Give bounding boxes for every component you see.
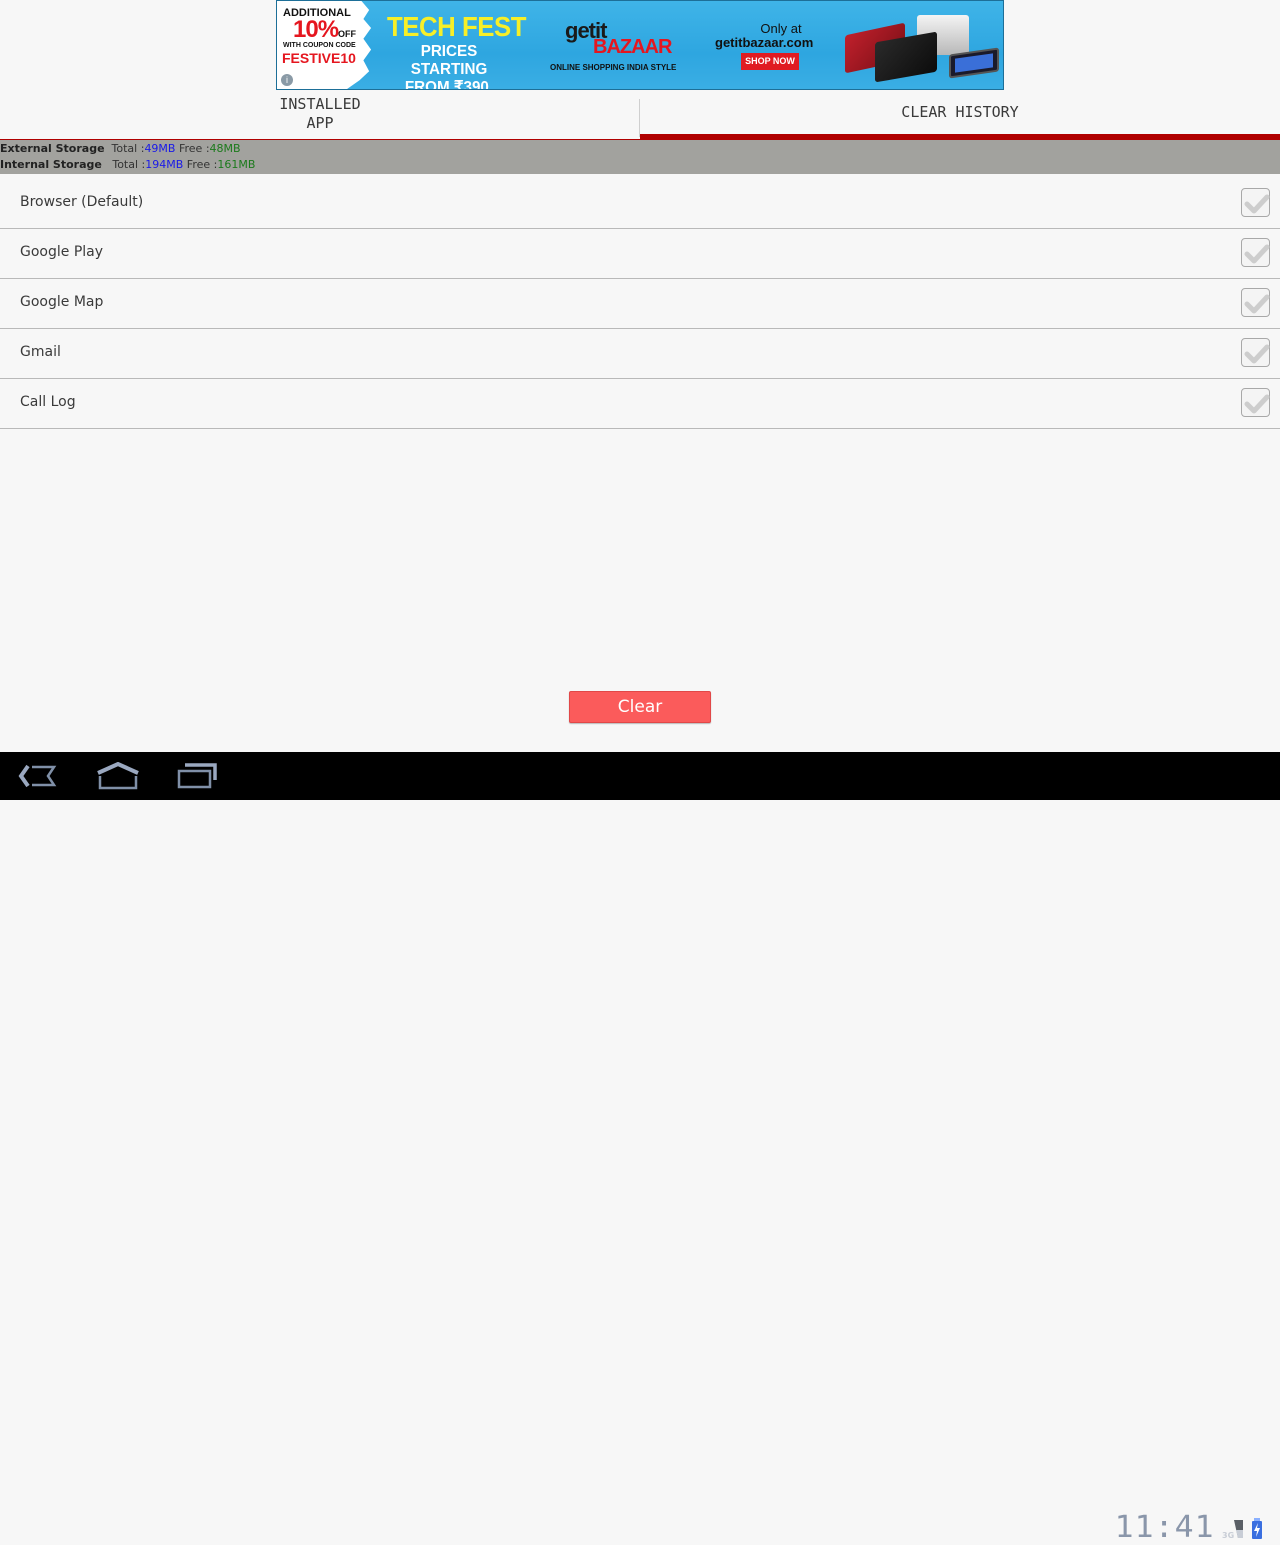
- svg-text:3G: 3G: [1222, 1531, 1234, 1540]
- tab-installed-app[interactable]: INSTALLED APP: [0, 90, 640, 140]
- history-list: Browser (Default) Google Play Google Map…: [0, 179, 1280, 429]
- recent-apps-icon: [177, 763, 217, 789]
- checkbox[interactable]: [1241, 338, 1270, 367]
- checkbox[interactable]: [1241, 288, 1270, 317]
- tab-clear-history[interactable]: CLEAR HISTORY: [640, 90, 1280, 140]
- home-button[interactable]: [96, 761, 140, 794]
- list-item-label: Call Log: [20, 394, 76, 410]
- free-label: Free :: [186, 158, 218, 171]
- ad-info-icon[interactable]: i: [281, 74, 293, 86]
- total-value: 49MB: [144, 142, 176, 155]
- free-label: Free :: [178, 142, 210, 155]
- external-storage-row: External Storage Total :49MB Free :48MB: [0, 141, 1280, 157]
- total-value: 194MB: [145, 158, 184, 171]
- checkmark-icon: [1244, 344, 1270, 364]
- checkbox[interactable]: [1241, 238, 1270, 267]
- ad-headline: TECH FEST: [387, 11, 526, 42]
- ad-tagline: ONLINE SHOPPING INDIA STYLE: [550, 63, 677, 72]
- list-item-call-log[interactable]: Call Log: [0, 379, 1280, 429]
- checkmark-icon: [1244, 194, 1270, 214]
- system-nav-bar: 11:41 3G: [0, 752, 1280, 1545]
- list-item-browser[interactable]: Browser (Default): [0, 179, 1280, 229]
- ad-percent-text: 10%OFF: [293, 16, 357, 43]
- app-screen: ADDITIONAL 10%OFF WITH COUPON CODE FESTI…: [0, 0, 1280, 752]
- back-button[interactable]: [18, 762, 58, 794]
- checkmark-icon: [1244, 394, 1270, 414]
- list-item-google-play[interactable]: Google Play: [0, 229, 1280, 279]
- recent-apps-button[interactable]: [177, 762, 219, 794]
- tab-bar: INSTALLED APP CLEAR HISTORY: [0, 90, 1280, 140]
- total-label: Total :: [111, 142, 145, 155]
- list-item-google-map[interactable]: Google Map: [0, 279, 1280, 329]
- total-label: Total :: [112, 158, 146, 171]
- ad-shop-now-button[interactable]: SHOP NOW: [741, 53, 799, 70]
- checkbox[interactable]: [1241, 188, 1270, 217]
- battery-charging-icon: [1252, 1518, 1262, 1539]
- signal-icon: 3G: [1222, 1520, 1243, 1540]
- storage-label: External Storage: [0, 142, 105, 155]
- storage-info-bar: External Storage Total :49MB Free :48MB …: [0, 140, 1280, 174]
- list-item-label: Google Play: [20, 244, 104, 260]
- list-item-label: Browser (Default): [20, 194, 144, 210]
- internal-storage-row: Internal Storage Total :194MB Free :161M…: [0, 157, 1280, 173]
- tab-label: CLEAR HISTORY: [901, 103, 1019, 121]
- ad-only-at: Only at: [760, 21, 802, 36]
- clear-button[interactable]: Clear: [569, 691, 711, 723]
- checkbox[interactable]: [1241, 388, 1270, 417]
- ad-subline: PRICES STARTING FROM ₹390.: [404, 43, 494, 90]
- free-value: 161MB: [217, 158, 256, 171]
- network-indicator: 3G: [1222, 1518, 1244, 1544]
- checkmark-icon: [1244, 244, 1270, 264]
- home-icon: [97, 761, 139, 790]
- ad-coupon-text: WITH COUPON CODE: [283, 42, 356, 49]
- ad-banner[interactable]: ADDITIONAL 10%OFF WITH COUPON CODE FESTI…: [276, 0, 1004, 90]
- back-icon: [18, 764, 57, 788]
- tab-label: INSTALLED APP: [279, 95, 361, 132]
- storage-label: Internal Storage: [0, 158, 102, 171]
- list-item-label: Gmail: [20, 344, 61, 360]
- checkmark-icon: [1244, 294, 1270, 314]
- free-value: 48MB: [209, 142, 241, 155]
- clock: 11:41: [1114, 1510, 1215, 1545]
- ad-site: getitbazaar.com: [715, 35, 814, 50]
- ad-brand-logo-bottom: BAZAAR: [593, 36, 672, 58]
- ad-coupon-code: FESTIVE10: [282, 50, 356, 66]
- list-item-label: Google Map: [20, 294, 104, 310]
- list-item-gmail[interactable]: Gmail: [0, 329, 1280, 379]
- battery-indicator: [1251, 1518, 1263, 1544]
